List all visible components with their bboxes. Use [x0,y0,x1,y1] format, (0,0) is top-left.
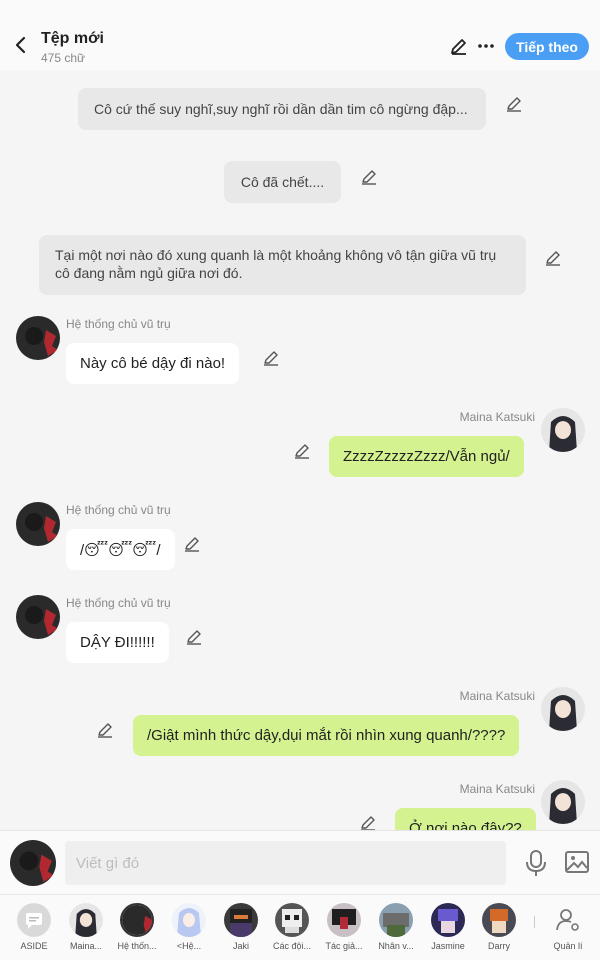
message-bubble[interactable]: ZzzzZzzzzZzzz/Vẫn ngủ/ [329,436,524,477]
message-bubble[interactable]: /😴😴😴/ [66,529,175,570]
character-blue-hair[interactable]: <Hệ... [164,895,214,960]
jasmine-avatar [431,903,465,937]
character-label: Darry [488,941,510,951]
character-jasmine[interactable]: Jasmine [423,895,473,960]
sender-name: Hệ thống chủ vũ trụ [66,503,171,517]
character-author[interactable]: Tác giả... [319,895,369,960]
maina-avatar[interactable] [541,687,585,731]
system-avatar[interactable] [16,502,60,546]
chat-area[interactable]: Cô cứ thế suy nghĩ,suy nghĩ rồi dần dần … [0,70,600,830]
darry-avatar [482,903,516,937]
character-label: Nhân v... [378,941,414,951]
message-bubble[interactable]: /Giật mình thức dậy,dụi mắt rồi nhìn xun… [133,715,520,756]
narration-text: Cô đã chết.... [240,174,325,190]
author-avatar [327,903,361,937]
message-text: Này cô bé dậy đi nào! [80,355,226,372]
edit-pencil-icon[interactable] [96,721,114,739]
message-bubble[interactable]: Này cô bé dậy đi nào! [66,343,240,384]
message-bubble[interactable]: DẬY ĐI!!!!!! [66,622,169,663]
selected-character-avatar[interactable] [10,840,56,886]
character-jaki[interactable]: Jaki [216,895,266,960]
top-bar: Tệp mới 475 chữ Tiếp theo [0,0,600,70]
character-maina[interactable]: Maina... [61,895,111,960]
character-skull[interactable]: Các đội... [267,895,317,960]
manage-label: Quản lí [553,941,583,951]
edit-pencil-icon[interactable] [449,36,469,56]
skull-avatar [275,903,309,937]
character-system[interactable]: Hệ thốn... [112,895,162,960]
message-text: ZzzzZzzzzZzzz/Vẫn ngủ/ [343,448,510,465]
sender-name: Hệ thống chủ vũ trụ [66,317,171,331]
back-arrow-icon[interactable] [10,34,32,56]
character-avatar [379,903,413,937]
character-aside[interactable]: ASIDE [9,895,59,960]
sender-name: Maina Katsuki [459,410,535,424]
character-label: Jasmine [431,941,465,951]
divider [534,916,535,928]
word-count: 475 chữ [41,51,86,65]
system-avatar[interactable] [16,595,60,639]
maina-avatar[interactable] [541,780,585,824]
character-label: Các đội... [272,941,312,951]
narration-text: Tại một nơi nào đó xung quanh là một kho… [55,247,497,263]
aside-icon [17,903,51,937]
sender-name: Hệ thống chủ vũ trụ [66,596,171,610]
composer-bar [0,830,600,894]
document-title[interactable]: Tệp mới [41,30,104,48]
character-label: Jaki [232,941,249,951]
manage-characters-button[interactable]: Quản lí [543,895,593,960]
sender-name: Maina Katsuki [459,689,535,703]
character-label: ASIDE [20,941,48,951]
edit-pencil-icon[interactable] [544,249,562,267]
narration-text: Cô cứ thế suy nghĩ,suy nghĩ rồi dần dần … [94,101,468,117]
message-text: /😴😴😴/ [80,541,161,559]
character-bar: ASIDE Maina... Hệ thốn... <Hệ... Jaki Cá… [0,894,600,960]
edit-pencil-icon[interactable] [262,349,280,367]
character-label: <Hệ... [176,941,202,951]
character-darry[interactable]: Darry [474,895,524,960]
narration-bubble[interactable]: Cô cứ thế suy nghĩ,suy nghĩ rồi dần dần … [78,88,486,130]
message-input[interactable] [65,841,506,885]
edit-pencil-icon[interactable] [360,168,378,186]
maina-avatar [69,903,103,937]
message-text: /Giật mình thức dậy,dụi mắt rồi nhìn xun… [147,727,506,744]
message-text: Ở nơi nào đây?? [409,820,522,830]
character-nhan-vat[interactable]: Nhân v... [371,895,421,960]
edit-pencil-icon[interactable] [293,442,311,460]
edit-pencil-icon[interactable] [183,535,201,553]
narration-bubble[interactable]: Tại một nơi nào đó xung quanh là một kho… [39,235,526,295]
character-label: Tác giả... [325,941,363,951]
jaki-avatar [224,903,258,937]
edit-pencil-icon[interactable] [185,628,203,646]
image-icon[interactable] [565,851,589,873]
more-options-icon[interactable] [476,36,496,56]
edit-pencil-icon[interactable] [505,95,523,113]
message-text: DẬY ĐI!!!!!! [80,634,155,651]
character-label: Hệ thốn... [117,941,157,951]
system-avatar [120,903,154,937]
sender-name: Maina Katsuki [459,782,535,796]
manage-user-icon [556,909,579,931]
character-label: Maina... [69,941,102,951]
message-bubble[interactable]: Ở nơi nào đây?? [395,808,536,830]
narration-bubble[interactable]: Cô đã chết.... [224,161,341,203]
narration-text: cô đang nằm ngủ giữa nơi đó. [55,265,243,281]
next-button[interactable]: Tiếp theo [505,33,589,60]
edit-pencil-icon[interactable] [359,814,377,830]
system-avatar[interactable] [16,316,60,360]
maina-avatar[interactable] [541,408,585,452]
microphone-icon[interactable] [524,849,548,877]
blue-hair-avatar [172,903,206,937]
